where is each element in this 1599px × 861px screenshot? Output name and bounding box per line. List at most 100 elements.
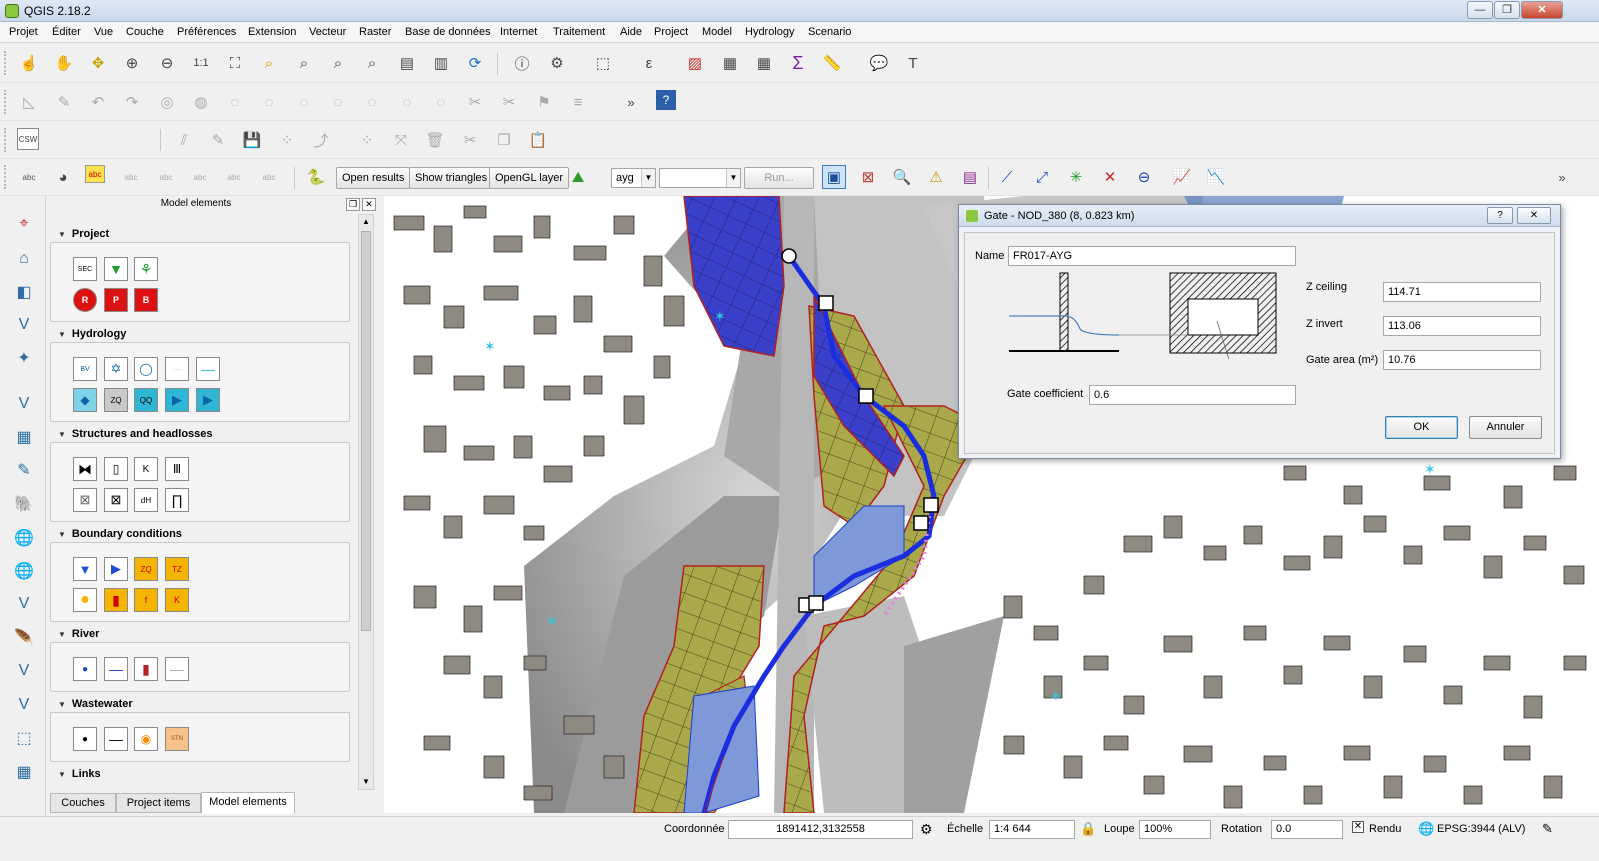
- statistics-icon[interactable]: Σ: [786, 51, 810, 75]
- line-element-button[interactable]: —: [196, 357, 220, 381]
- config-icon[interactable]: ▤: [958, 165, 982, 189]
- scroll-thumb[interactable]: [361, 231, 371, 631]
- open-data-source-icon[interactable]: ◧: [12, 280, 36, 304]
- gate-node-icon[interactable]: [818, 295, 834, 311]
- wall-boundary-button[interactable]: ▮: [104, 588, 128, 612]
- field-calculator-icon[interactable]: ▦: [752, 51, 776, 75]
- scenario-select[interactable]: ayg ▼: [611, 168, 656, 188]
- invalidity-icon[interactable]: ⊠: [856, 165, 880, 189]
- rotate-symbols-icon[interactable]: ≡: [566, 90, 590, 114]
- star-icon[interactable]: ✶: [546, 613, 558, 629]
- t-arrow-element-button[interactable]: ▶: [196, 388, 220, 412]
- split-parts-icon[interactable]: ✂: [463, 90, 487, 114]
- merge-features-icon[interactable]: ✂: [497, 90, 521, 114]
- group-links-header[interactable]: Links: [58, 768, 101, 780]
- dialog-close-button[interactable]: ✕: [1517, 207, 1551, 224]
- menu-preferences[interactable]: Préférences: [177, 26, 236, 38]
- fill-ring-icon[interactable]: ◌: [223, 90, 247, 114]
- touch-icon[interactable]: ☝: [17, 51, 41, 75]
- group-project-header[interactable]: Project: [58, 228, 109, 240]
- group-hydrology-header[interactable]: Hydrology: [58, 328, 126, 340]
- label-tool-icon[interactable]: abc: [85, 165, 105, 183]
- ok-button[interactable]: OK: [1385, 416, 1458, 439]
- gate-node-icon[interactable]: [858, 388, 874, 404]
- edit-parameters-icon[interactable]: ▣: [822, 165, 846, 189]
- profile-chart-icon[interactable]: 📉: [1204, 165, 1228, 189]
- scale-field[interactable]: 1:4 644: [989, 820, 1075, 839]
- rotate-label-icon[interactable]: abc: [222, 165, 246, 189]
- pan-to-selection-icon[interactable]: ✥: [86, 51, 110, 75]
- menu-editer[interactable]: Éditer: [52, 26, 81, 38]
- zq-boundary-button[interactable]: ZQ: [134, 557, 158, 581]
- ww-pipe-button[interactable]: —: [104, 727, 128, 751]
- crs-globe-icon[interactable]: 🌐: [1418, 821, 1434, 837]
- crosshair-icon[interactable]: ⌖: [12, 212, 36, 236]
- p-element-button[interactable]: P: [104, 288, 128, 312]
- tab-couches[interactable]: Couches: [50, 793, 116, 813]
- scroll-up-icon[interactable]: ▲: [359, 215, 373, 229]
- minimize-button[interactable]: —: [1467, 1, 1493, 19]
- menu-traitement[interactable]: Traitement: [553, 26, 605, 38]
- tab-project-items[interactable]: Project items: [116, 793, 201, 813]
- delete-ring-icon[interactable]: ◌: [257, 90, 281, 114]
- add-oracle-layer-icon[interactable]: V: [12, 693, 36, 717]
- menu-internet[interactable]: Internet: [500, 26, 537, 38]
- map-tips-icon[interactable]: 💬: [867, 51, 891, 75]
- add-raster-layer-icon[interactable]: ✦: [12, 346, 36, 370]
- node-tool-icon[interactable]: ⁘: [355, 128, 379, 152]
- star-icon[interactable]: ✶: [1424, 461, 1436, 477]
- coordinate-field[interactable]: 1891412,3132558: [728, 820, 913, 839]
- zoom-field[interactable]: 100%: [1139, 820, 1211, 839]
- river-node-button[interactable]: ●: [73, 657, 97, 681]
- dotted-line-element-button[interactable]: ⋯: [165, 357, 189, 381]
- diamond-element-button[interactable]: ◆: [73, 388, 97, 412]
- maximize-button[interactable]: ❐: [1494, 1, 1520, 19]
- r-element-button[interactable]: R: [73, 288, 97, 312]
- add-raster-icon[interactable]: ▦: [12, 425, 36, 449]
- tab-model-elements[interactable]: Model elements: [201, 792, 295, 814]
- refresh-icon[interactable]: ⟳: [463, 51, 487, 75]
- current-edits-icon[interactable]: ◺: [17, 90, 41, 114]
- group-boundary-header[interactable]: Boundary conditions: [58, 528, 182, 540]
- render-checkbox[interactable]: ✕: [1352, 821, 1364, 833]
- add-delimited-text-icon[interactable]: ✎: [12, 458, 36, 482]
- star-icon[interactable]: ✶: [1050, 688, 1062, 704]
- capture-line-icon[interactable]: ⫽: [172, 128, 196, 152]
- zq-element-button[interactable]: ZQ: [104, 388, 128, 412]
- identify-icon[interactable]: ⓘ: [510, 51, 534, 75]
- b-element-button[interactable]: B: [134, 288, 158, 312]
- add-db2-layer-icon[interactable]: ⬚: [12, 726, 36, 750]
- pan-icon[interactable]: ✋: [52, 51, 76, 75]
- label-abc-icon[interactable]: abc: [17, 165, 41, 189]
- menu-scenario[interactable]: Scenario: [808, 26, 851, 38]
- zoom-native-icon[interactable]: 1:1: [189, 51, 213, 75]
- tree-element-button[interactable]: ⚘: [134, 257, 158, 281]
- opengl-layer-button[interactable]: OpenGL layer: [489, 167, 570, 189]
- add-wcs-layer-icon[interactable]: 🌐: [12, 559, 36, 583]
- menu-model[interactable]: Model: [702, 26, 732, 38]
- ww-node-button[interactable]: ●: [73, 727, 97, 751]
- cross-section-button[interactable]: ▮: [134, 657, 158, 681]
- deselect-icon[interactable]: ▨: [683, 51, 707, 75]
- draw-link-icon[interactable]: ⟋: [995, 165, 1019, 189]
- dh-element-button[interactable]: dH: [134, 488, 158, 512]
- menu-aide[interactable]: Aide: [620, 26, 642, 38]
- menu-raster[interactable]: Raster: [359, 26, 391, 38]
- delete-selected-icon[interactable]: 🗑: [423, 128, 447, 152]
- help-icon[interactable]: ?: [656, 90, 676, 110]
- vertex-tool-icon[interactable]: ⤧: [389, 128, 413, 152]
- bv-element-button[interactable]: BV: [73, 357, 97, 381]
- group-wastewater-header[interactable]: Wastewater: [58, 698, 133, 710]
- weir-element-button[interactable]: ▯: [104, 457, 128, 481]
- paste-features-icon[interactable]: 📋: [526, 128, 550, 152]
- gate-coefficient-input[interactable]: 0.6: [1089, 385, 1296, 405]
- show-bookmarks-icon[interactable]: ▥: [429, 51, 453, 75]
- menu-projet[interactable]: Projet: [9, 26, 38, 38]
- circle-element-button[interactable]: ◯: [134, 357, 158, 381]
- toolbar-overflow-icon[interactable]: »: [619, 90, 643, 114]
- group-river-header[interactable]: River: [58, 628, 100, 640]
- cut-features-icon[interactable]: ✂: [458, 128, 482, 152]
- river-reach-button[interactable]: —: [104, 657, 128, 681]
- model-select[interactable]: ▼: [659, 168, 741, 188]
- k-element-button[interactable]: K: [134, 457, 158, 481]
